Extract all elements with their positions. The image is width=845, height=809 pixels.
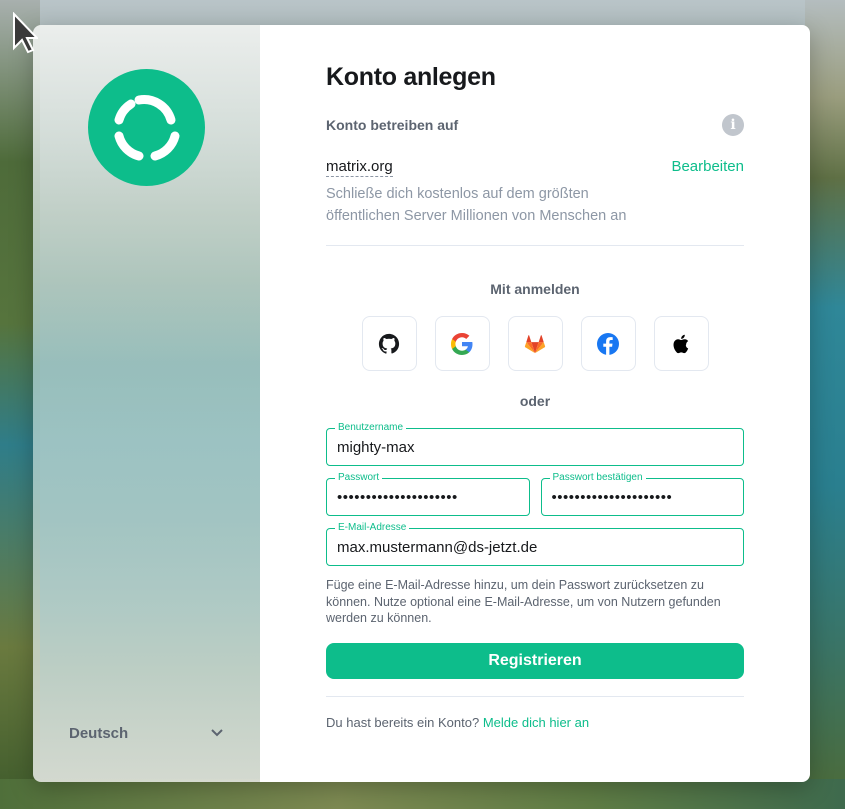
apple-icon	[673, 334, 689, 353]
password-row: Passwort ••••••••••••••••••••• Passwort …	[326, 471, 744, 516]
email-value: max.mustermann@ds-jetzt.de	[337, 538, 538, 556]
background-right	[805, 0, 845, 809]
password-label: Passwort	[335, 471, 383, 485]
server-description: Schließe dich kostenlos auf dem größten …	[326, 186, 627, 224]
server-row: matrix.org Bearbeiten	[326, 158, 744, 177]
or-label: oder	[519, 393, 551, 409]
sso-label: Mit anmelden	[490, 281, 580, 297]
facebook-sso-button[interactable]	[580, 316, 636, 371]
info-icon[interactable]: i	[722, 114, 744, 136]
github-sso-button[interactable]	[361, 316, 417, 371]
password-field[interactable]: Passwort •••••••••••••••••••••	[326, 471, 530, 516]
sso-buttons	[326, 316, 744, 371]
mouse-cursor-icon	[13, 12, 38, 54]
username-value: mighty-max	[337, 438, 415, 456]
register-button[interactable]: Registrieren	[326, 642, 744, 679]
gitlab-sso-button[interactable]	[507, 316, 563, 371]
email-field[interactable]: E-Mail-Adresse max.mustermann@ds-jetzt.d…	[326, 521, 744, 566]
element-logo-icon	[88, 69, 205, 186]
google-sso-button[interactable]	[434, 316, 490, 371]
username-field[interactable]: Benutzername mighty-max	[326, 421, 744, 466]
password-confirm-label: Passwort bestätigen	[549, 471, 646, 485]
language-selector[interactable]: Deutsch	[69, 725, 224, 742]
language-label: Deutsch	[69, 725, 129, 742]
registration-dialog: Deutsch Konto anlegen Konto betreiben au…	[33, 25, 810, 782]
sidebar-panel: Deutsch	[33, 25, 260, 782]
github-icon	[378, 333, 400, 354]
page-title: Konto anlegen	[326, 63, 496, 91]
email-label: E-Mail-Adresse	[335, 521, 410, 535]
email-help-text: Füge eine E-Mail-Adresse hinzu, um dein …	[326, 578, 721, 625]
server-header: Konto betreiben auf i	[326, 114, 744, 136]
password-confirm-field[interactable]: Passwort bestätigen ••••••••••••••••••••…	[540, 471, 744, 516]
login-link[interactable]: Melde dich hier an	[483, 715, 589, 730]
edit-server-link[interactable]: Bearbeiten	[671, 158, 744, 177]
login-prompt: Du hast bereits ein Konto? Melde dich hi…	[326, 715, 744, 730]
google-icon	[451, 332, 473, 355]
divider	[326, 245, 744, 246]
login-prompt-text: Du hast bereits ein Konto?	[326, 714, 480, 730]
server-label: Konto betreiben auf	[326, 117, 459, 133]
password-confirm-value: •••••••••••••••••••••	[551, 488, 673, 506]
chevron-down-icon	[210, 725, 224, 742]
facebook-icon	[597, 332, 619, 355]
server-name: matrix.org	[326, 158, 393, 177]
username-label: Benutzername	[335, 421, 407, 435]
main-panel: Konto anlegen Konto betreiben auf i matr…	[260, 25, 810, 782]
password-value: •••••••••••••••••••••	[337, 488, 458, 506]
gitlab-icon	[524, 334, 546, 353]
background-bottom	[0, 779, 845, 809]
divider	[326, 695, 744, 697]
apple-sso-button[interactable]	[653, 316, 709, 371]
